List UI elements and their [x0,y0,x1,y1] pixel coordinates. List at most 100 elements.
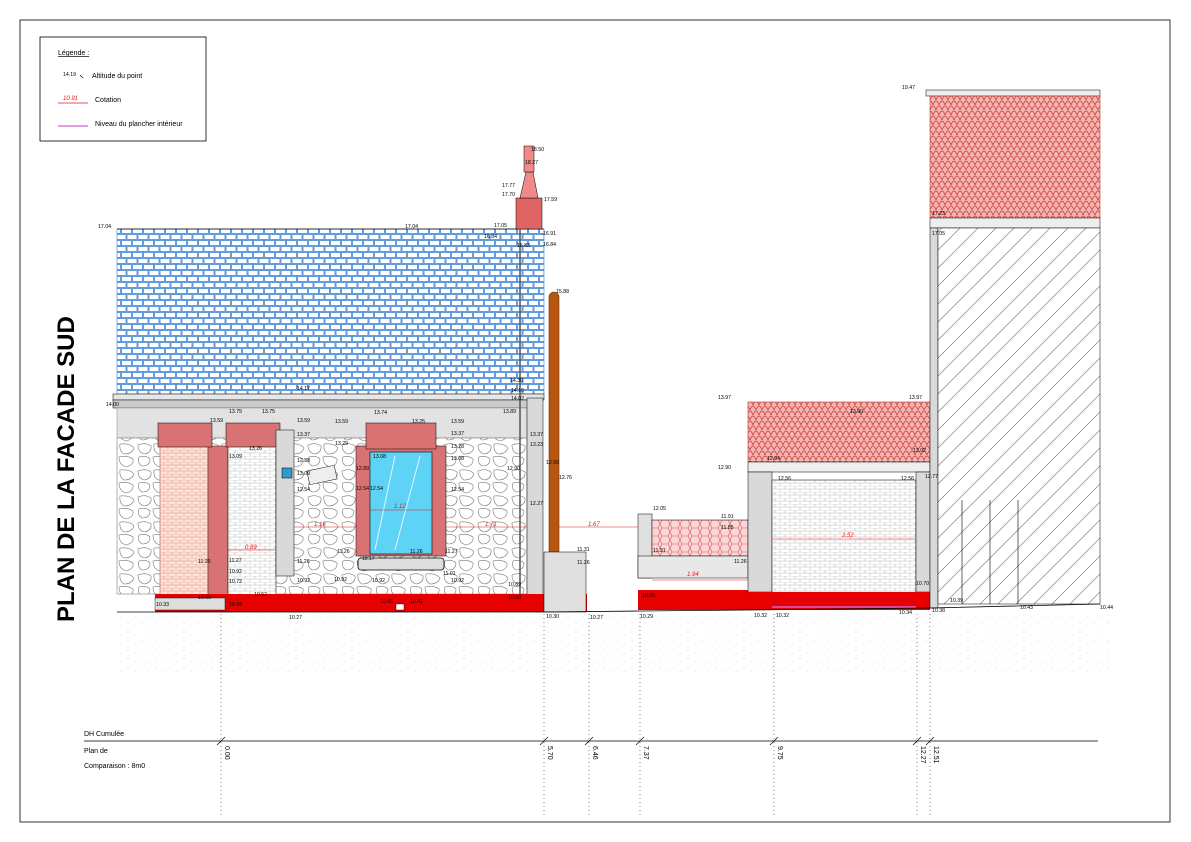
door-arch-right [225,422,281,448]
altitude-label: 13.37 [530,432,543,438]
chainage-label: 0.00 [223,746,230,760]
altitude-label: 11.91 [721,514,734,520]
altitude-label: 10.60 [198,595,211,601]
altitude-label: 15.88 [556,289,569,295]
altitude-label: 18.27 [525,160,538,166]
altitude-label: 11.25 [198,559,211,565]
altitude-label: 11.26 [734,559,747,565]
outbuilding-pier-right [915,471,931,593]
door-arch-left [157,422,213,448]
altitude-label: 17.70 [502,192,515,198]
legend-sample-cotation: 10.91 [63,96,78,102]
altitude-label: 17.05 [494,223,507,229]
neighbour-cornice [925,89,1101,97]
altitude-label: 10.32 [754,613,767,619]
altitude-label: 10.43 [1020,605,1033,611]
slate-roof [116,228,545,395]
chimney-stack [515,197,543,230]
altitude-label: 13.23 [530,442,543,448]
altitude-label: 10.38 [932,608,945,614]
altitude-label: 10.72 [229,579,242,585]
altitude-label: 10.41 [410,599,423,605]
altitude-label: 13.25 [412,419,425,425]
dimension-label: 0.89 [245,545,257,551]
window-arch [365,422,437,450]
altitude-label: 10.70 [916,581,929,587]
altitude-label: 16.84 [543,242,556,248]
altitude-label: 11.31 [577,547,590,553]
altitude-label: 17.04 [98,224,111,230]
outbuilding-cornice [747,461,931,473]
legend: Légende : 14.19 Altitude du point 10.91 … [39,36,207,142]
dimension-label: 1.71 [485,522,497,528]
chainage-label: 5.70 [546,746,553,760]
altitude-label: 12.94 [767,456,780,462]
chainage-label: 12.51 [932,746,939,764]
altitude-label: 16.84 [484,234,497,240]
chainage-label: 7.37 [642,746,649,760]
altitude-label: 12.27 [530,501,543,507]
dimension-label: 2.52 [841,533,854,539]
altitude-label: 13.59 [210,418,223,424]
altitude-label: 11.01 [443,571,456,577]
altitude-label: 11.85 [721,525,734,531]
altitude-label: 13.09 [297,471,310,477]
legend-label-floor: Niveau du plancher intérieur [95,121,183,128]
altitude-label: 16.83 [517,243,530,249]
altitude-label: 17.05 [932,231,945,237]
altitude-label: 13.26 [249,446,262,452]
altitude-label: 18.50 [531,147,544,153]
altitude-label: 14.02 [511,396,524,402]
vent [395,603,405,611]
altitude-label: 10.34 [229,602,242,608]
altitude-label: 13.97 [909,395,922,401]
altitude-label: 10.45 [642,593,655,599]
legend-label-altitude: Altitude du point [92,73,142,80]
altitude-label: 10.33 [156,602,169,608]
ground-texture [118,614,1110,674]
altitude-label: 13.90 [850,409,863,415]
altitude-label: 12.90 [718,465,731,471]
altitude-label: 10.32 [776,613,789,619]
altitude-label: 17.23 [932,211,945,217]
altitude-label: 13.74 [374,410,387,416]
chainage-label: 9.75 [776,746,783,760]
comparaison-label: Comparaison : 8m0 [84,763,145,770]
altitude-label: 11.27 [445,549,458,555]
chimney-pot [519,171,539,199]
altitude-label: 10.69 [508,582,521,588]
altitude-label: 10.30 [546,614,559,620]
outbuilding-pier-left [747,471,773,593]
altitude-label: 10.27 [289,615,302,621]
altitude-label: 11.17 [362,556,375,562]
dimension-label: 1.16 [314,522,326,528]
altitude-label: 12.77 [925,474,938,480]
page-title: PLAN DE LA FACADE SUD [53,316,80,622]
altitude-label: 10.45 [380,599,393,605]
altitude-label: 11.27 [229,558,242,564]
plan-label: Plan de [84,748,108,755]
outbuilding [747,401,931,610]
altitude-label: 17.04 [405,224,418,230]
meter-box [281,467,293,479]
altitude-label: 12.54 [297,487,310,493]
altitude-label: 10.34 [899,610,912,616]
altitude-label: 10.92 [229,569,242,575]
dimension-label: 1.67 [588,522,600,528]
altitude-label: 12.89 [356,466,369,472]
altitude-label: 11.26 [337,549,350,555]
altitude-label: 11.26 [410,549,423,555]
altitude-label: 13.08 [451,456,464,462]
altitude-label: 12.99 [546,460,559,466]
altitude-label: 11.31 [653,548,666,554]
altitude-label: 10.52 [254,592,267,598]
altitude-label: 13.09 [229,454,242,460]
altitude-label: 13.02 [913,448,926,454]
legend-sample-altitude: 14.19 [63,72,76,78]
altitude-label: 12.05 [653,506,666,512]
altitude-label: 11.26 [297,559,310,565]
altitude-label: 13.75 [229,409,242,415]
altitude-label: 11.26 [577,560,590,566]
altitude-label: 14.16 [511,388,524,394]
neighbour-building [925,89,1101,609]
